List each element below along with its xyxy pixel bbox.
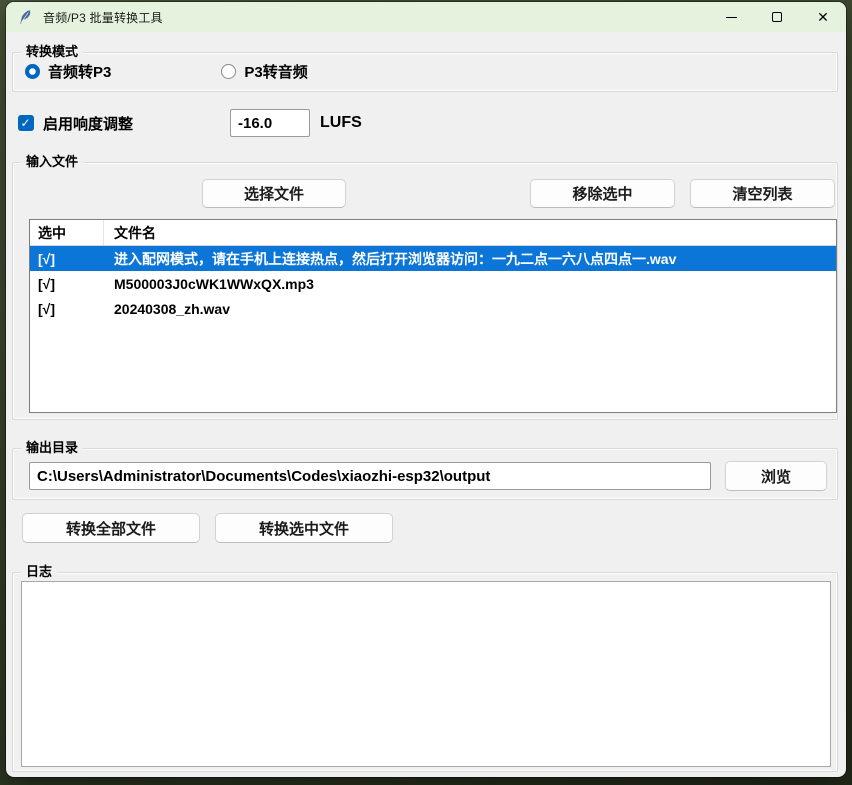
column-header-checked[interactable]: 选中 <box>30 220 104 245</box>
title-bar[interactable]: 音频/P3 批量转换工具 ✕ <box>6 2 846 32</box>
log-group: 日志 <box>12 572 838 772</box>
output-dir-group: 输出目录 浏览 <box>12 448 838 500</box>
window-title: 音频/P3 批量转换工具 <box>43 9 163 26</box>
row-filename: 20240308_zh.wav <box>104 301 836 317</box>
browse-button[interactable]: 浏览 <box>725 461 827 491</box>
remove-selected-button[interactable]: 移除选中 <box>530 179 675 208</box>
input-files-label: 输入文件 <box>21 153 83 171</box>
maximize-button[interactable] <box>754 2 800 32</box>
row-filename: M500003J0cWK1WWxQX.mp3 <box>104 276 836 292</box>
close-button[interactable]: ✕ <box>800 2 846 32</box>
file-list-table[interactable]: 选中 文件名 [√] 进入配网模式，请在手机上连接热点，然后打开浏览器访问：一九… <box>29 219 837 413</box>
row-checked-mark: [√] <box>30 301 104 317</box>
input-files-group: 输入文件 选择文件 移除选中 清空列表 选中 文件名 [√] 进入配网模式，请在… <box>12 162 838 420</box>
log-textarea[interactable] <box>21 581 831 767</box>
output-dir-input[interactable] <box>29 462 711 490</box>
app-window: 音频/P3 批量转换工具 ✕ 转换模式 音频转P3 P3转音频 启用响度调整 L… <box>6 2 846 777</box>
table-row[interactable]: [√] 20240308_zh.wav <box>30 296 836 321</box>
lufs-unit-label: LUFS <box>320 114 362 132</box>
loudness-checkbox-label: 启用响度调整 <box>43 113 133 134</box>
loudness-checkbox[interactable] <box>18 115 34 131</box>
loudness-row: 启用响度调整 LUFS <box>18 108 818 138</box>
conversion-mode-label: 转换模式 <box>21 43 83 61</box>
radio-audio-to-p3[interactable]: 音频转P3 <box>25 61 111 82</box>
radio-p3-to-audio[interactable]: P3转音频 <box>221 61 307 82</box>
minimize-icon <box>726 17 737 18</box>
clear-list-button[interactable]: 清空列表 <box>690 179 835 208</box>
row-filename: 进入配网模式，请在手机上连接热点，然后打开浏览器访问：一九二点一六八点四点一.w… <box>104 249 836 269</box>
minimize-button[interactable] <box>708 2 754 32</box>
close-icon: ✕ <box>817 10 829 24</box>
output-dir-label: 输出目录 <box>21 439 83 457</box>
log-label: 日志 <box>21 563 57 581</box>
radio-unselected-icon <box>221 64 236 79</box>
column-header-filename[interactable]: 文件名 <box>104 220 836 245</box>
row-checked-mark: [√] <box>30 276 104 292</box>
python-feather-icon <box>18 9 34 25</box>
select-files-button[interactable]: 选择文件 <box>202 179 346 208</box>
radio-selected-icon <box>25 64 40 79</box>
file-table-header: 选中 文件名 <box>30 220 836 246</box>
table-row[interactable]: [√] 进入配网模式，请在手机上连接热点，然后打开浏览器访问：一九二点一六八点四… <box>30 246 836 271</box>
table-row[interactable]: [√] M500003J0cWK1WWxQX.mp3 <box>30 271 836 296</box>
row-checked-mark: [√] <box>30 251 104 267</box>
maximize-icon <box>772 12 782 22</box>
convert-all-button[interactable]: 转换全部文件 <box>22 513 200 543</box>
lufs-value-input[interactable] <box>230 109 310 137</box>
conversion-mode-group: 转换模式 音频转P3 P3转音频 <box>12 52 838 92</box>
convert-selected-button[interactable]: 转换选中文件 <box>215 513 393 543</box>
